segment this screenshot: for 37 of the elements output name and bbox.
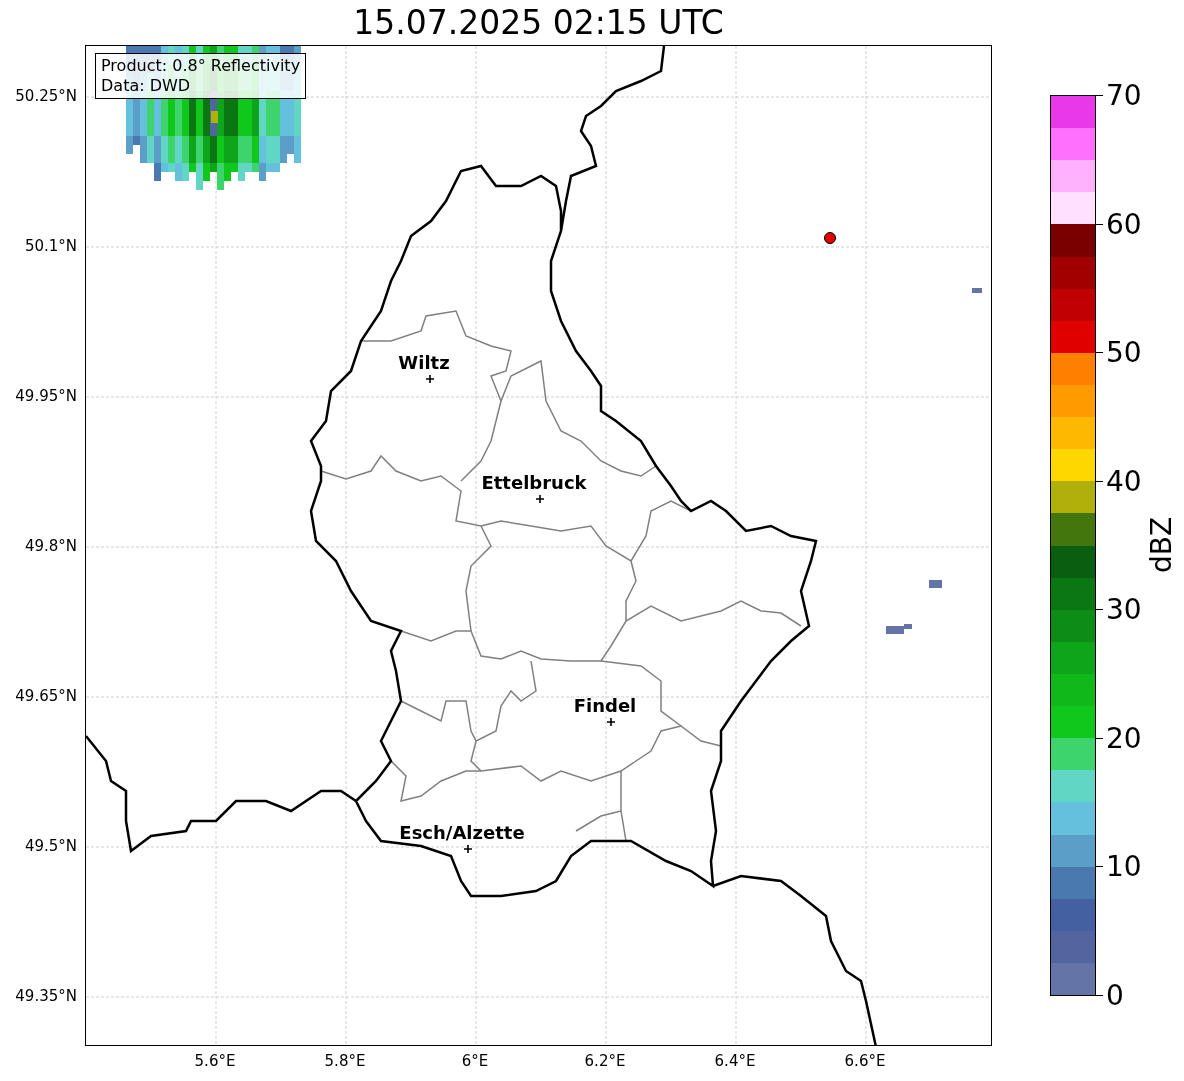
latitude-label: 50.1°N	[24, 237, 77, 255]
latitude-label: 49.8°N	[24, 537, 77, 555]
latitude-label: 49.35°N	[15, 987, 77, 1005]
colorbar-tick-label: 30	[1106, 596, 1142, 625]
legend-text: Data: DWD	[101, 76, 192, 96]
colorbar-tick-label: 40	[1106, 467, 1142, 496]
city-label: Findel	[573, 695, 637, 716]
longitude-label: 6.2°E	[584, 1052, 626, 1070]
radar-echo-drawing	[972, 288, 982, 293]
latitude-label: 50.25°N	[15, 87, 77, 105]
radar-echo-drawing	[886, 624, 912, 634]
radar-echo-drawing	[929, 580, 942, 588]
longitude-label: 6.6°E	[844, 1052, 886, 1070]
latitude-label: 49.65°N	[15, 687, 77, 705]
latitude-label: 49.95°N	[15, 387, 77, 405]
colorbar-tick-label: 60	[1106, 210, 1142, 239]
city-marker-icon	[425, 374, 435, 384]
city-label: Wiltz	[398, 352, 450, 373]
city-label: Ettelbruck	[481, 472, 587, 493]
colorbar-tick-label: 0	[1106, 982, 1124, 1010]
city-marker-icon	[463, 844, 473, 854]
colorbar-tick-label: 50	[1106, 339, 1142, 368]
longitude-label: 6.4°E	[714, 1052, 756, 1070]
longitude-label: 6°E	[461, 1052, 489, 1070]
radar-station-marker	[824, 232, 836, 244]
legend-text: Product: 0.8° Reflectivity	[101, 56, 301, 76]
latitude-label: 49.5°N	[24, 837, 77, 855]
chart-title: 15.07.2025 02:15 UTC	[352, 3, 725, 44]
city-marker-icon	[606, 717, 616, 727]
longitude-label: 5.6°E	[194, 1052, 236, 1070]
colorbar-label: dBZ	[1144, 516, 1178, 574]
colorbar-tick-label: 10	[1106, 853, 1142, 882]
city-label: Esch/Alzette	[399, 822, 525, 843]
longitude-label: 5.8°E	[324, 1052, 366, 1070]
colorbar-tick-label: 20	[1106, 724, 1142, 753]
city-marker-icon	[535, 494, 545, 504]
colorbar-tick-label: 70	[1106, 82, 1142, 110]
